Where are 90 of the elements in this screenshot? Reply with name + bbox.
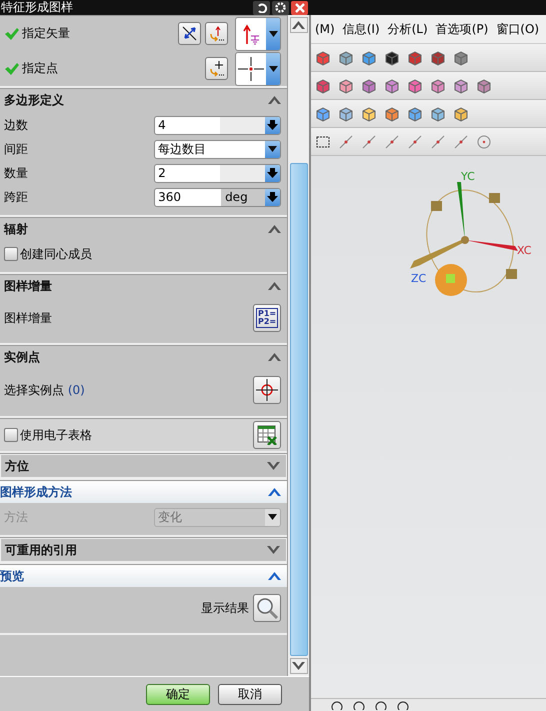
section-header[interactable]: 方位	[0, 454, 288, 478]
caret-down-icon	[268, 66, 278, 72]
scrollbar-thumb[interactable]	[290, 163, 308, 656]
selector-label: 指定矢量	[22, 25, 71, 42]
caret-down-icon	[268, 514, 278, 520]
dialog-title: 特征形成图样	[0, 0, 74, 16]
spreadsheet-icon	[257, 425, 278, 445]
pattern-increment-button[interactable]: P1= P2=	[253, 304, 282, 332]
scrollbar[interactable]	[287, 15, 309, 676]
row-label: 图样增量	[4, 310, 53, 326]
section-header[interactable]: 图样形成方法	[0, 481, 288, 503]
reset-icon	[256, 2, 266, 12]
section-header[interactable]: 多边形定义	[0, 89, 288, 111]
check-icon	[5, 63, 19, 75]
collapse-chevron-icon[interactable]	[268, 488, 282, 496]
number-field[interactable]: 2	[154, 164, 282, 182]
arrow-with-dots-icon	[208, 26, 225, 42]
menu-item[interactable]: 分析(L)	[388, 20, 428, 38]
show-result-label: 显示结果	[201, 600, 250, 616]
number-field[interactable]: 4	[154, 116, 282, 134]
line-icon[interactable]	[361, 134, 377, 150]
settings-icon	[275, 2, 286, 13]
expand-chevron-icon[interactable]	[267, 462, 280, 470]
menu-item[interactable]: 首选项(P)	[436, 20, 488, 38]
arrow-with-dots-icon	[208, 60, 225, 76]
section-header[interactable]: 预览	[0, 565, 288, 587]
section-header[interactable]: 辐射	[0, 218, 288, 240]
axis-label: YC	[461, 170, 475, 183]
down-arrow-icon	[267, 168, 278, 178]
caret-down-icon	[268, 30, 278, 36]
menu-item[interactable]: (M)	[315, 22, 335, 36]
caret-down-icon	[268, 146, 278, 152]
coordinate-manipulator-drawing[interactable]: YC XC ZC	[403, 166, 539, 316]
vector-type-dropdown[interactable]	[235, 16, 282, 50]
number-field[interactable]: 360 deg	[154, 188, 282, 206]
crosshair-icon	[256, 379, 278, 401]
expand-chevron-icon[interactable]	[267, 546, 280, 554]
point-type-dropdown[interactable]	[235, 52, 282, 86]
line-icon[interactable]	[338, 134, 354, 150]
section-header[interactable]: 图样增量	[0, 275, 288, 297]
section-header[interactable]: 可重用的引用	[0, 538, 288, 562]
reset-button[interactable]	[253, 0, 270, 14]
dropdown-field[interactable]: 每边数目	[154, 140, 282, 158]
graphics-viewport[interactable]: YC XC ZC	[311, 156, 546, 698]
select-point-button[interactable]	[253, 376, 282, 404]
axis-label: ZC	[411, 272, 426, 285]
field-label: 方法	[4, 508, 29, 526]
close-button[interactable]	[291, 0, 308, 14]
selector-label: 指定点	[22, 60, 59, 77]
collapse-chevron-icon[interactable]	[268, 572, 282, 580]
checkbox-label: 创建同心成员	[20, 246, 92, 262]
crosshair-point-icon	[238, 56, 264, 80]
menu-item[interactable]: 信息(I)	[342, 20, 380, 38]
reverse-direction-button[interactable]	[178, 22, 202, 45]
unit-label: deg	[221, 188, 266, 206]
field-label: 跨距	[4, 188, 29, 206]
collapse-chevron-icon[interactable]	[268, 282, 282, 290]
check-icon	[5, 28, 19, 40]
axis-label: XC	[517, 244, 532, 257]
inferred-vector-button[interactable]	[205, 57, 228, 80]
ok-button[interactable]: 确定	[146, 684, 210, 704]
collapse-chevron-icon[interactable]	[268, 96, 282, 104]
checkbox[interactable]	[4, 428, 18, 442]
section-header[interactable]: 实例点	[0, 346, 288, 368]
field-label: 间距	[4, 140, 29, 158]
settings-button[interactable]	[272, 0, 289, 14]
line-icon[interactable]	[384, 134, 400, 150]
show-result-button[interactable]	[253, 594, 282, 622]
down-arrow-icon	[267, 192, 278, 202]
selection-label: 选择实例点 (0)	[4, 382, 86, 398]
expand-chevron-icon[interactable]	[292, 662, 306, 670]
dashed-rectangle-icon[interactable]	[315, 134, 331, 150]
close-icon	[294, 2, 304, 12]
collapse-chevron-icon[interactable]	[292, 21, 306, 29]
line-icon[interactable]	[453, 134, 469, 150]
checkbox-label: 使用电子表格	[20, 426, 92, 444]
line-icon[interactable]	[430, 134, 446, 150]
menu-item[interactable]: 窗口(O)	[496, 20, 540, 38]
checkbox[interactable]	[4, 247, 18, 261]
line-icon[interactable]	[407, 134, 423, 150]
cancel-button[interactable]: 取消	[218, 684, 282, 704]
field-label: 边数	[4, 116, 29, 134]
magnifier-icon	[256, 597, 278, 619]
down-arrow-icon	[267, 120, 278, 130]
diagonal-arrows-icon	[182, 26, 198, 41]
cube-icon[interactable]	[384, 50, 400, 66]
collapse-chevron-icon[interactable]	[268, 225, 282, 233]
field-label: 数量	[4, 164, 29, 182]
collapse-chevron-icon[interactable]	[268, 353, 282, 361]
spreadsheet-button[interactable]	[253, 421, 282, 449]
